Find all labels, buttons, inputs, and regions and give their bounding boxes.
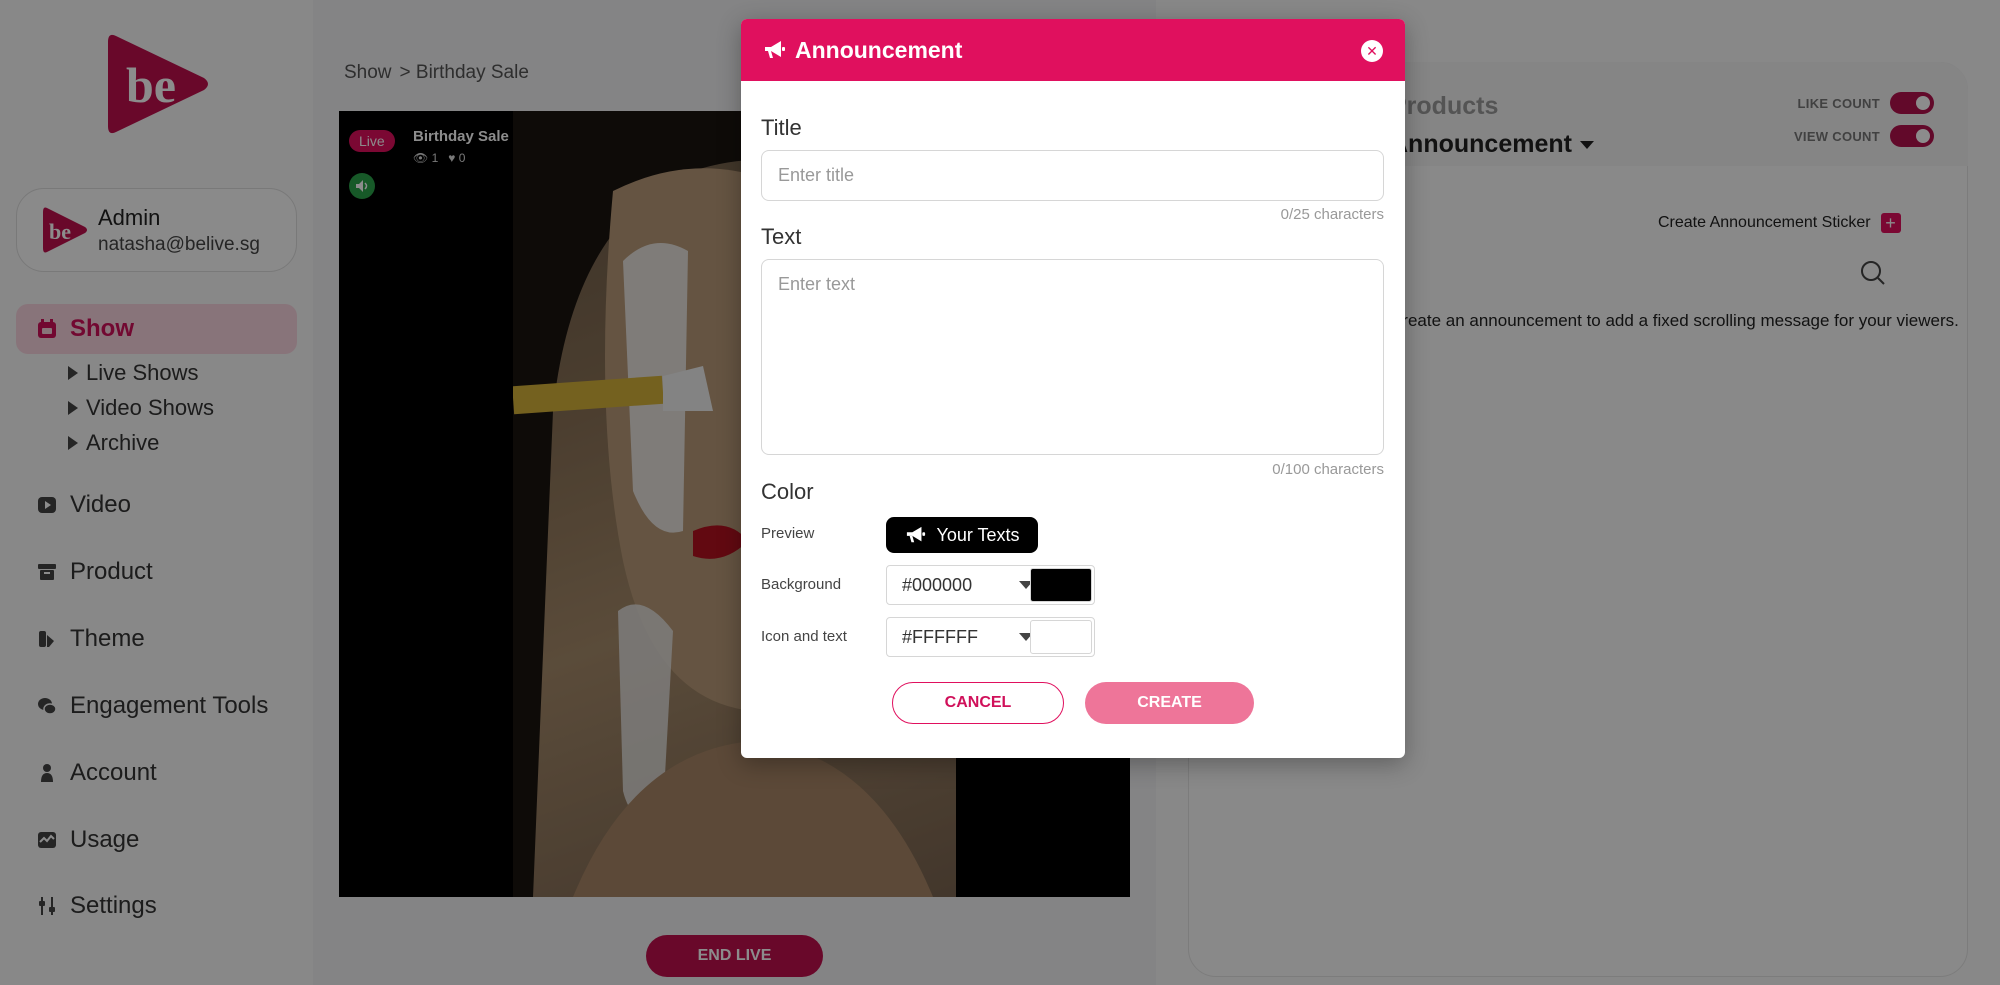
close-icon[interactable]: ✕: [1361, 40, 1383, 62]
preview-text: Your Texts: [936, 524, 1020, 545]
background-label: Background: [761, 576, 842, 593]
background-color-value: #000000: [902, 574, 973, 595]
megaphone-icon: [765, 41, 785, 58]
cancel-button[interactable]: CANCEL: [892, 682, 1064, 724]
create-button[interactable]: CREATE: [1085, 682, 1254, 724]
text-input[interactable]: [761, 259, 1384, 455]
title-input[interactable]: [761, 150, 1384, 201]
title-label: Title: [761, 115, 802, 140]
color-label: Color: [761, 479, 814, 504]
modal-header: Announcement: [741, 19, 1405, 81]
icon-text-color-select[interactable]: #FFFFFF: [886, 617, 1095, 657]
preview-sticker: Your Texts: [886, 517, 1038, 553]
background-color-swatch[interactable]: [1030, 568, 1092, 602]
announcement-modal: Announcement ✕ Title 0/25 characters Tex…: [741, 19, 1405, 758]
modal-title: Announcement: [795, 36, 963, 63]
preview-label: Preview: [761, 525, 815, 542]
icon-text-color-swatch[interactable]: [1030, 620, 1092, 654]
text-label: Text: [761, 224, 802, 249]
text-counter: 0/100 characters: [1272, 461, 1384, 478]
icon-text-label: Icon and text: [761, 628, 847, 645]
megaphone-icon: [907, 526, 926, 543]
icon-text-color-value: #FFFFFF: [902, 626, 978, 647]
title-counter: 0/25 characters: [1280, 206, 1384, 223]
background-color-select[interactable]: #000000: [886, 565, 1095, 605]
